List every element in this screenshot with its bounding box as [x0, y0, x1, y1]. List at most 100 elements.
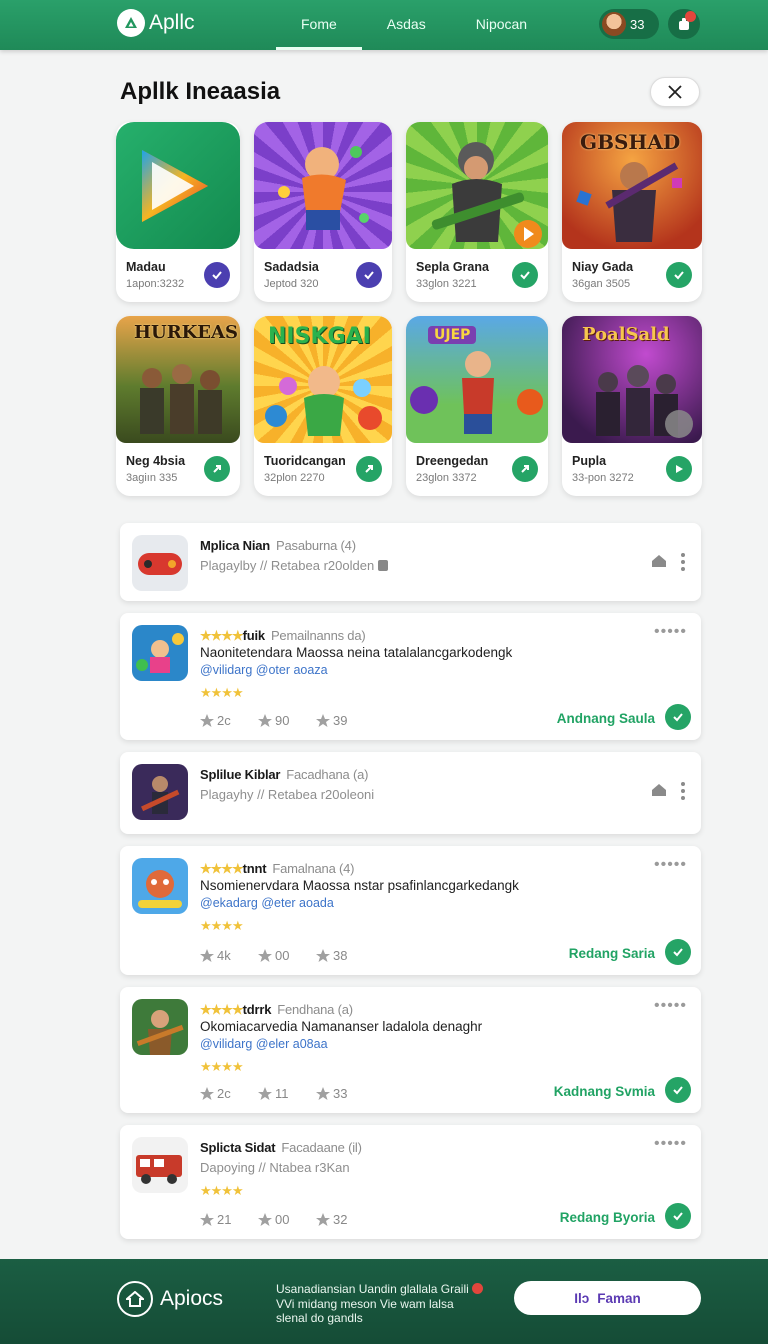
app-card[interactable]: Madau 1apon:3232 [116, 122, 240, 302]
button-icon: Ilɔ [574, 1290, 590, 1306]
item-meta: Facadaane (il) [281, 1140, 362, 1155]
app-name: Pupla [572, 454, 607, 468]
app-meta: 3agiın 335 [126, 472, 178, 484]
avatar [602, 12, 626, 36]
close-button[interactable] [650, 77, 700, 107]
footer-brand: Apiocs [160, 1287, 224, 1310]
star-icon [316, 1213, 330, 1226]
app-thumbnail [254, 122, 392, 249]
metric-value: 2c [217, 713, 231, 728]
item-meta: Pemailnanns da) [270, 628, 366, 643]
app-icon [132, 764, 188, 820]
list-item[interactable]: Splilue Kiblar Facadhana (a) Plagayhy // … [120, 752, 701, 834]
app-name: Tuoridcangan [264, 454, 346, 468]
tab-nipocan[interactable]: Nipocan [451, 0, 552, 50]
rating-stars: ★★★★ [200, 685, 244, 700]
more-options-icon[interactable]: ••••• [654, 856, 687, 874]
logo-icon [117, 9, 145, 37]
user-menu[interactable]: 33 [599, 9, 659, 39]
app-card[interactable]: GBSHAD Niay Gada 36gan 3505 [562, 122, 702, 302]
footer-action-button[interactable]: Ilɔ Faman [514, 1281, 701, 1315]
more-options-icon[interactable]: ••••• [654, 1135, 687, 1153]
action-label[interactable]: Andnang Saula [557, 711, 655, 726]
footer-text: Usanadiansian Uandin glallala Graili VVi… [276, 1282, 496, 1326]
more-options-icon[interactable] [681, 553, 685, 574]
installed-check-icon[interactable] [666, 262, 692, 288]
activity-list: Mplica Nian Pasaburna (4) Plagaylby // Re… [120, 523, 701, 1251]
item-metrics: 4k 00 38 [200, 948, 358, 963]
home-icon[interactable] [651, 783, 667, 797]
star-icon [200, 714, 214, 727]
app-meta: 23glon 3372 [416, 472, 477, 484]
metric-value: 11 [275, 1086, 289, 1101]
action-label[interactable]: Redang Byoria [560, 1210, 655, 1225]
check-icon[interactable] [665, 1077, 691, 1103]
list-item[interactable]: Mplica Nian Pasaburna (4) Plagaylby // Re… [120, 523, 701, 601]
item-link[interactable]: @vilidarg @oter aoaza [200, 663, 328, 677]
app-card[interactable]: Sadadsia Jeptod 320 [254, 122, 392, 302]
app-card[interactable]: NISKGAI Tuoridcangan 32plon 2270 [254, 316, 392, 496]
app-card[interactable]: Sepla Grana 33glon 3221 [406, 122, 548, 302]
tab-home[interactable]: Fome [276, 0, 362, 50]
share-icon[interactable] [356, 456, 382, 482]
installed-check-icon[interactable] [512, 262, 538, 288]
list-item[interactable]: ★★★★tdrrk Fendhana (a) Okomiacarvedia Nam… [120, 987, 701, 1113]
notification-button[interactable] [668, 9, 700, 39]
installed-check-icon[interactable] [356, 262, 382, 288]
app-card[interactable]: HURKEAS Neg 4bsia 3agiın 335 [116, 316, 240, 496]
more-options-icon[interactable]: ••••• [654, 997, 687, 1015]
app-thumbnail: GBSHAD [562, 122, 702, 249]
metric-value: 21 [217, 1212, 232, 1227]
check-icon[interactable] [665, 1203, 691, 1229]
app-icon [132, 535, 188, 591]
metric-value: 2c [217, 1086, 231, 1101]
metric-value: 39 [333, 713, 348, 728]
app-card[interactable]: PoalSald Pupla 33-pon 3272 [562, 316, 702, 496]
more-options-icon[interactable]: ••••• [654, 623, 687, 641]
check-icon[interactable] [665, 939, 691, 965]
star-icon [258, 949, 272, 962]
app-card[interactable]: UJEP Dreengedan 23glon 3372 [406, 316, 548, 496]
list-item[interactable]: ★★★★fuik Pemailnanns da) Naonitetendara M… [120, 613, 701, 740]
list-item[interactable]: Splicta Sidat Facadaane (il) Dapoying // … [120, 1125, 701, 1239]
app-icon [132, 1137, 188, 1193]
more-options-icon[interactable] [681, 782, 685, 803]
app-meta: Jeptod 320 [264, 278, 319, 290]
rating-stars: ★★★★ [200, 918, 244, 933]
star-icon [200, 949, 214, 962]
app-thumbnail: PoalSald [562, 316, 702, 443]
notification-dot [685, 11, 696, 22]
lock-icon [377, 560, 388, 571]
share-icon[interactable] [512, 456, 538, 482]
action-label[interactable]: Kadnang Svmia [554, 1084, 655, 1099]
metric-value: 00 [275, 1212, 290, 1227]
item-title: Splicta Sidat Facadaane (il) [200, 1140, 362, 1155]
list-item[interactable]: ★★★★tnnt Famalnana (4) Nsomienervdara Mao… [120, 846, 701, 975]
play-icon[interactable] [666, 456, 692, 482]
rating-stars: ★★★★ [200, 1183, 244, 1198]
app-grid: Madau 1apon:3232 Sadadsia Jeptod 320 Sep… [116, 122, 702, 496]
app-name: Sepla Grana [416, 260, 489, 274]
action-label[interactable]: Redang Saria [569, 946, 655, 961]
app-name: Sadadsia [264, 260, 319, 274]
tab-asdas[interactable]: Asdas [362, 0, 451, 50]
item-title: ★★★★tnnt Famalnana (4) [200, 861, 355, 876]
item-meta: Facadhana (a) [286, 767, 369, 782]
user-count: 33 [630, 16, 645, 32]
home-button[interactable] [117, 1281, 153, 1317]
item-meta: Pasaburna (4) [276, 538, 356, 553]
item-subtitle: Plagayhy // Retabea r20oleoni [200, 787, 375, 802]
brand-logo[interactable]: Apllc [117, 9, 195, 37]
main-nav: Fome Asdas Nipocan [276, 0, 552, 50]
metric-value: 00 [275, 948, 290, 963]
item-link[interactable]: @vilidarg @eler a08aa [200, 1037, 328, 1051]
app-name: Niay Gada [572, 260, 634, 274]
item-metrics: 2c 90 39 [200, 713, 358, 728]
item-link[interactable]: @ekadarg @eter aoada [200, 896, 334, 910]
share-icon[interactable] [204, 456, 230, 482]
check-icon[interactable] [665, 704, 691, 730]
play-store-icon [142, 150, 208, 222]
app-icon [132, 999, 188, 1055]
home-icon[interactable] [651, 554, 667, 568]
installed-check-icon[interactable] [204, 262, 230, 288]
